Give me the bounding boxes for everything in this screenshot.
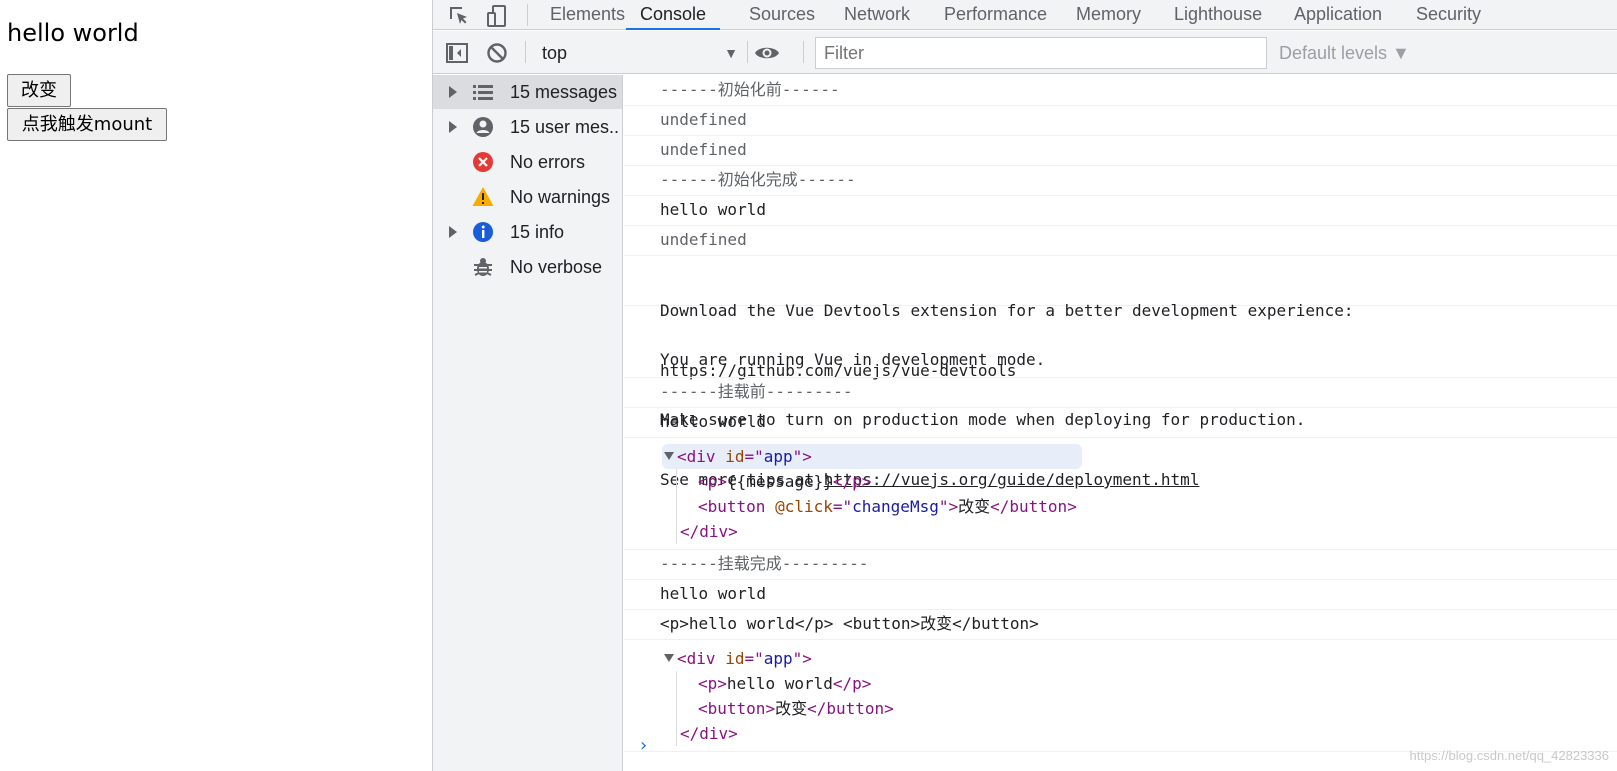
- tab-sources[interactable]: Sources: [749, 0, 815, 30]
- sidebar-item-errors[interactable]: No errors: [433, 145, 622, 179]
- sidebar-item-messages[interactable]: 15 messages: [433, 75, 622, 109]
- devtools-panel: Elements Console Sources Network Perform…: [432, 0, 1617, 771]
- console-toolbar: top ▼ Default levels ▼: [433, 31, 1617, 74]
- tab-application[interactable]: Application: [1294, 0, 1382, 30]
- console-message-dev-mode: You are running Vue in development mode.…: [624, 306, 1617, 489]
- console-dom-tree: <div id="app"> <p>{{message}}</p> <butto…: [624, 438, 1617, 550]
- inspect-element-icon[interactable]: [447, 4, 471, 28]
- device-toolbar-icon[interactable]: [485, 4, 509, 28]
- page-viewport: hello world 改变 点我触发mount: [0, 0, 432, 771]
- divider: [525, 41, 526, 63]
- info-icon: [472, 221, 494, 243]
- user-icon: [472, 116, 494, 138]
- sidebar-item-label: 15 user mes...: [510, 117, 620, 137]
- sidebar-item-info[interactable]: 15 info: [433, 215, 622, 249]
- page-heading: hello world: [7, 19, 139, 47]
- tab-performance[interactable]: Performance: [944, 0, 1047, 30]
- clear-console-icon[interactable]: [485, 41, 509, 65]
- tab-lighthouse[interactable]: Lighthouse: [1174, 0, 1262, 30]
- expand-arrow-icon[interactable]: [449, 121, 457, 133]
- console-message: ------初始化前------: [624, 77, 1617, 106]
- tree-node-div[interactable]: <div id="app">: [664, 646, 812, 671]
- console-message: ------挂载前---------: [624, 378, 1617, 408]
- mount-button[interactable]: 点我触发mount: [7, 108, 167, 141]
- sidebar-toggle-icon[interactable]: [445, 41, 469, 65]
- tab-console[interactable]: Console: [626, 0, 721, 30]
- tree-node-p[interactable]: <p>hello world</p>: [698, 671, 871, 696]
- console-message: hello world: [624, 408, 1617, 438]
- sidebar-item-label: No warnings: [510, 187, 611, 207]
- error-icon: [472, 151, 494, 173]
- sidebar-item-verbose[interactable]: No verbose: [433, 250, 622, 284]
- filter-input[interactable]: [815, 37, 1267, 69]
- console-message: ------挂载完成---------: [624, 550, 1617, 580]
- console-message: undefined: [624, 106, 1617, 136]
- tab-memory[interactable]: Memory: [1076, 0, 1141, 30]
- sidebar-item-user-messages[interactable]: 15 user mes...: [433, 110, 622, 144]
- sidebar-item-label: 15 info: [510, 222, 565, 242]
- tree-node-div-close: </div>: [680, 522, 738, 541]
- console-message: undefined: [624, 136, 1617, 166]
- devtools-tabbar: Elements Console Sources Network Perform…: [433, 0, 1617, 30]
- context-select-value: top: [542, 43, 568, 63]
- sidebar-item-label: No errors: [510, 152, 586, 172]
- console-message: <p>hello world</p> <button>改变</button>: [624, 610, 1617, 640]
- tree-node-button[interactable]: <button @click="changeMsg">改变</button>: [698, 494, 1077, 519]
- warning-icon: [472, 186, 494, 208]
- sidebar-item-label: 15 messages: [510, 82, 618, 102]
- tree-guide-line: [676, 469, 677, 544]
- collapse-arrow-icon[interactable]: [664, 452, 674, 460]
- divider: [803, 41, 804, 63]
- tree-node-div-close: </div>: [680, 724, 738, 743]
- expand-arrow-icon[interactable]: [449, 86, 457, 98]
- bug-icon: [472, 256, 494, 278]
- console-messages: ------初始化前------ undefined undefined ---…: [624, 75, 1617, 771]
- console-message: hello world: [624, 196, 1617, 226]
- sidebar-item-label: No verbose: [510, 257, 603, 277]
- console-dom-tree: <div id="app"> <p>hello world</p> <butto…: [624, 640, 1617, 752]
- tree-node-p[interactable]: <p>{{message}}</p>: [698, 469, 871, 494]
- tab-network[interactable]: Network: [844, 0, 910, 30]
- log-levels-dropdown[interactable]: Default levels ▼: [1279, 40, 1410, 66]
- tab-elements[interactable]: Elements: [550, 0, 625, 30]
- divider: [747, 41, 748, 63]
- chevron-down-icon: ▼: [724, 45, 738, 61]
- message-text: You are running Vue in development mode.: [660, 350, 1046, 369]
- tree-node-button[interactable]: <button>改变</button>: [698, 696, 894, 721]
- console-prompt[interactable]: ›: [638, 735, 649, 756]
- console-message: undefined: [624, 226, 1617, 256]
- tab-security[interactable]: Security: [1416, 0, 1481, 30]
- context-select[interactable]: top ▼: [540, 40, 738, 66]
- console-message: ------初始化完成------: [624, 166, 1617, 196]
- list-icon: [472, 81, 494, 103]
- expand-arrow-icon[interactable]: [449, 226, 457, 238]
- live-expression-eye-icon[interactable]: [753, 41, 781, 65]
- watermark: https://blog.csdn.net/qq_42823336: [1409, 748, 1610, 763]
- divider: [527, 4, 528, 26]
- collapse-arrow-icon[interactable]: [664, 654, 674, 662]
- console-message-devtools-hint: Download the Vue Devtools extension for …: [624, 256, 1617, 380]
- console-sidebar: 15 messages 15 user mes... No errors No …: [433, 75, 623, 771]
- sidebar-item-warnings[interactable]: No warnings: [433, 180, 622, 214]
- tree-guide-line: [676, 671, 677, 746]
- console-message: hello world: [624, 580, 1617, 610]
- tree-node-div[interactable]: <div id="app">: [664, 444, 812, 469]
- change-button[interactable]: 改变: [7, 74, 71, 107]
